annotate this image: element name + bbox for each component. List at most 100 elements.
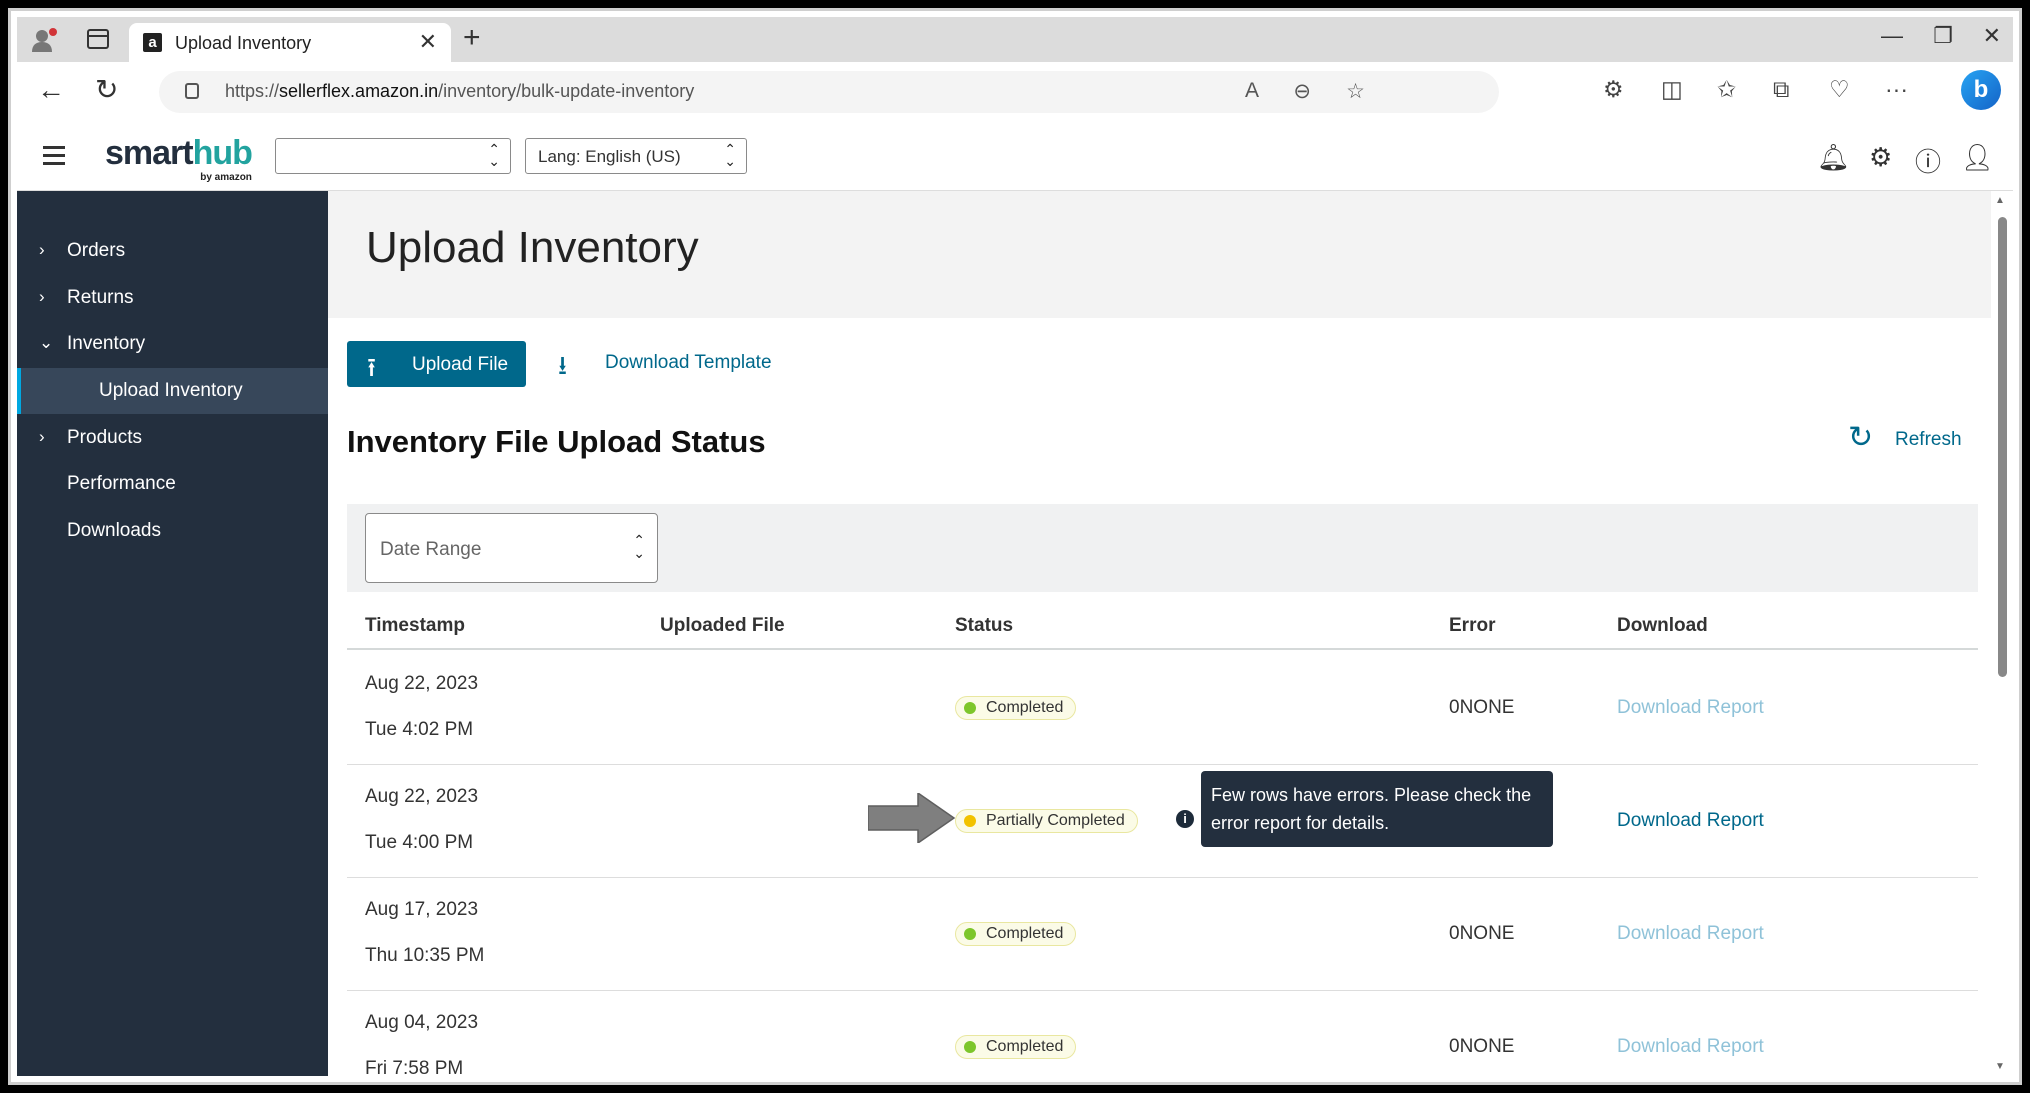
timestamp-date: Aug 17, 2023: [365, 899, 479, 920]
chevron-right-icon: ›: [39, 240, 45, 259]
section-title: Inventory File Upload Status: [347, 424, 766, 459]
status-badge: Completed: [955, 1035, 1077, 1059]
browser-tab-active[interactable]: a Upload Inventory ✕: [129, 23, 451, 62]
back-icon[interactable]: ←: [37, 76, 65, 104]
callout-arrow-icon: [868, 793, 956, 843]
page-title-bar: Upload Inventory: [328, 191, 1991, 318]
scroll-up-icon[interactable]: ▲: [1995, 195, 2005, 206]
chevron-right-icon: ›: [39, 287, 45, 306]
favorites-icon[interactable]: ✩: [1717, 76, 1736, 103]
read-aloud-icon[interactable]: A: [1245, 79, 1259, 103]
column-header-error[interactable]: Error: [1449, 615, 1495, 637]
screenshot-frame: a Upload Inventory ✕ + — ❐ ✕ ← ↻ https:/…: [8, 8, 2022, 1085]
new-tab-icon[interactable]: +: [463, 21, 481, 55]
tab-title: Upload Inventory: [175, 33, 312, 53]
table-row: Aug 04, 2023 Fri 7:58 PM Completed 0NONE…: [347, 990, 1978, 1076]
status-dot-icon: [964, 928, 976, 940]
timestamp-time: Tue 4:00 PM: [365, 832, 474, 853]
sidebar-item-products[interactable]: › Products: [17, 415, 328, 461]
upload-file-button[interactable]: ⭱ Upload File: [347, 341, 526, 387]
download-report-link[interactable]: Download Report: [1617, 923, 1764, 945]
minimize-icon[interactable]: —: [1881, 23, 1903, 49]
error-count: 0NONE: [1449, 1036, 1515, 1057]
error-count: 0NONE: [1449, 697, 1515, 718]
download-icon: ⭳: [558, 350, 568, 380]
notification-bell-icon[interactable]: 🔔︎: [1817, 142, 1850, 173]
hamburger-menu-icon[interactable]: [43, 146, 65, 170]
sidebar: › Orders › Returns ⌄ Inventory Upload In…: [17, 191, 328, 1076]
app-header: smarthub by amazon ⌃ ⌄ Lang: English (US)…: [17, 124, 2013, 191]
close-tab-icon[interactable]: ✕: [419, 29, 437, 55]
column-header-download[interactable]: Download: [1617, 615, 1708, 637]
vertical-scrollbar[interactable]: ▲ ▼: [1991, 191, 2013, 1076]
filter-bar: Date Range ⌃ ⌄: [347, 504, 1978, 592]
amazon-favicon-icon: a: [143, 33, 162, 52]
chevron-right-icon: ›: [39, 427, 45, 446]
reload-icon[interactable]: ↻: [95, 76, 118, 104]
sidebar-item-downloads[interactable]: Downloads: [17, 508, 328, 554]
scroll-down-icon[interactable]: ▼: [1995, 1061, 2005, 1072]
status-dot-icon: [964, 702, 976, 714]
store-select[interactable]: ⌃ ⌄: [275, 138, 511, 174]
profile-icon[interactable]: [31, 27, 59, 53]
column-header-status[interactable]: Status: [955, 615, 1013, 637]
url-field[interactable]: https://sellerflex.amazon.in/inventory/b…: [159, 71, 1499, 113]
table-row: Aug 22, 2023 Tue 4:00 PM Partially Compl…: [347, 764, 1978, 878]
select-caret-icon: ⌃ ⌄: [488, 141, 500, 169]
sidebar-item-returns[interactable]: › Returns: [17, 275, 328, 321]
extensions-icon[interactable]: ⚙: [1603, 76, 1624, 103]
status-dot-icon: [964, 815, 976, 827]
status-tooltip: Few rows have errors. Please check the e…: [1201, 771, 1553, 847]
help-icon[interactable]: ⓘ: [1915, 142, 1941, 179]
copilot-icon[interactable]: b: [1961, 70, 2001, 110]
timestamp-time: Fri 7:58 PM: [365, 1058, 464, 1076]
sidebar-item-orders[interactable]: › Orders: [17, 228, 328, 274]
timestamp-date: Aug 04, 2023: [365, 1012, 479, 1033]
address-bar-row: ← ↻ https://sellerflex.amazon.in/invento…: [17, 62, 2013, 125]
timestamp-date: Aug 22, 2023: [365, 673, 479, 694]
sidebar-item-performance[interactable]: Performance: [17, 461, 328, 507]
column-header-uploaded-file[interactable]: Uploaded File: [660, 615, 785, 637]
refresh-icon: ↻: [1848, 421, 1874, 454]
lock-icon: [185, 83, 199, 99]
more-menu-icon[interactable]: ···: [1885, 76, 1908, 103]
tab-strip: a Upload Inventory ✕ + — ❐ ✕: [17, 17, 2013, 62]
account-icon[interactable]: 👤︎: [1961, 142, 1994, 173]
smarthub-logo: smarthub by amazon: [105, 134, 253, 183]
status-dot-icon: [964, 1041, 976, 1053]
url-text: https://sellerflex.amazon.in/inventory/b…: [225, 81, 695, 101]
page-title: Upload Inventory: [366, 223, 699, 272]
restore-icon[interactable]: ❐: [1933, 23, 1953, 49]
timestamp-time: Tue 4:02 PM: [365, 719, 474, 740]
download-report-link[interactable]: Download Report: [1617, 810, 1764, 832]
info-icon[interactable]: i: [1176, 810, 1194, 828]
table-row: Aug 22, 2023 Tue 4:02 PM Completed 0NONE…: [347, 651, 1978, 765]
status-badge: Completed: [955, 696, 1077, 720]
tab-actions-icon[interactable]: [87, 29, 109, 49]
close-window-icon[interactable]: ✕: [1983, 23, 2001, 49]
favorite-star-icon[interactable]: ☆: [1346, 79, 1365, 104]
download-report-link[interactable]: Download Report: [1617, 697, 1764, 719]
select-caret-icon: ⌃ ⌄: [633, 532, 645, 561]
status-badge: Completed: [955, 922, 1077, 946]
sidebar-item-upload-inventory[interactable]: Upload Inventory: [17, 368, 328, 414]
collections-icon[interactable]: ⧉: [1773, 76, 1789, 103]
main-content: Upload Inventory ⭱ Upload File ⭳ Downloa…: [328, 191, 2013, 1076]
sidebar-item-inventory[interactable]: ⌄ Inventory: [17, 321, 328, 367]
table-row: Aug 17, 2023 Thu 10:35 PM Completed 0NON…: [347, 877, 1978, 991]
browser-essentials-icon[interactable]: ♡: [1829, 76, 1850, 103]
status-badge: Partially Completed: [955, 809, 1138, 833]
download-report-link[interactable]: Download Report: [1617, 1036, 1764, 1058]
timestamp-time: Thu 10:35 PM: [365, 945, 485, 966]
settings-gear-icon[interactable]: ⚙: [1869, 142, 1892, 173]
split-screen-icon[interactable]: ◫: [1661, 76, 1683, 103]
date-range-select[interactable]: Date Range ⌃ ⌄: [365, 513, 658, 583]
zoom-icon[interactable]: ⊖: [1293, 79, 1311, 104]
timestamp-date: Aug 22, 2023: [365, 786, 479, 807]
scrollbar-thumb[interactable]: [1998, 217, 2007, 677]
select-caret-icon: ⌃ ⌄: [724, 141, 736, 169]
error-count: 0NONE: [1449, 923, 1515, 944]
upload-icon: ⭱: [367, 352, 377, 382]
column-header-timestamp[interactable]: Timestamp: [365, 615, 465, 637]
language-select[interactable]: Lang: English (US) ⌃ ⌄: [525, 138, 747, 174]
